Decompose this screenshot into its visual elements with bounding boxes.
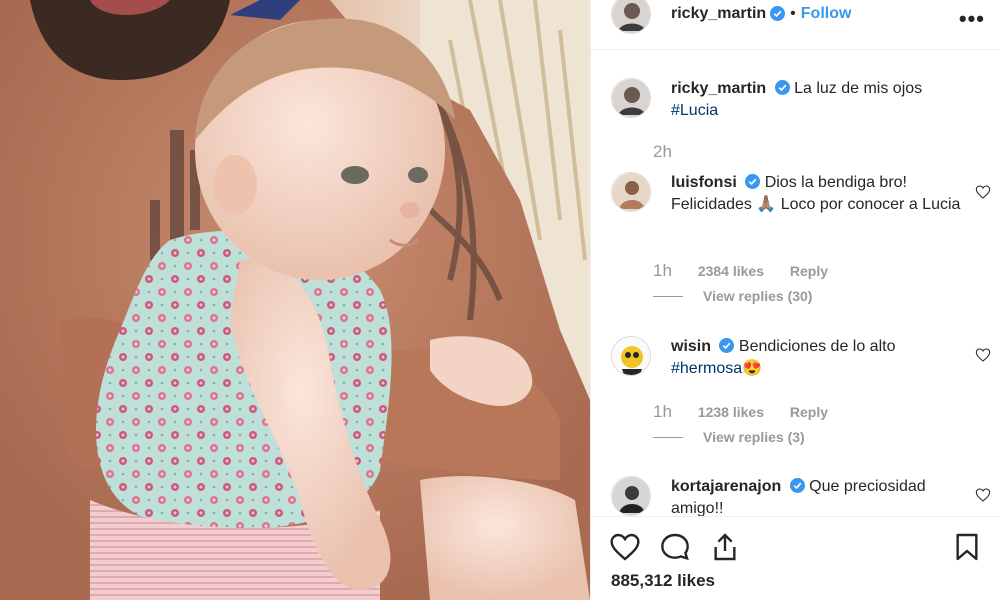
comment-icon[interactable] <box>659 531 691 563</box>
replies-divider <box>653 436 683 438</box>
verified-badge-icon <box>789 478 805 493</box>
post-header: ricky_martin • Follow ••• <box>591 0 1000 50</box>
comment-hashtag[interactable]: #hermosa😍 <box>671 360 762 377</box>
comment-likes[interactable]: 2384 likes <box>698 263 764 279</box>
commenter-avatar[interactable] <box>611 476 651 516</box>
comment-body: kortajarenajon Que preciosidad amigo!! <box>671 476 971 516</box>
caption-time[interactable]: 2h <box>653 142 672 161</box>
comment-time[interactable]: 1h <box>653 402 672 421</box>
post-side-panel: ricky_martin • Follow ••• ricky_martin L… <box>590 0 1000 600</box>
separator-dot: • <box>790 4 796 22</box>
author-username[interactable]: ricky_martin <box>671 5 766 23</box>
caption-text: La luz de mis ojos <box>794 80 923 97</box>
view-replies-label[interactable]: View replies (30) <box>703 288 812 304</box>
replies-divider <box>653 295 683 297</box>
view-replies-button[interactable]: View replies (30) <box>653 288 812 304</box>
comment-time[interactable]: 1h <box>653 261 672 280</box>
comment-username[interactable]: luisfonsi <box>671 174 737 191</box>
follow-button[interactable]: Follow <box>801 5 852 23</box>
comment-item: kortajarenajon Que preciosidad amigo!! <box>611 476 991 516</box>
reply-button[interactable]: Reply <box>790 263 828 279</box>
comment-text: Bendiciones de lo alto <box>738 338 896 355</box>
verified-badge-icon <box>719 338 735 353</box>
view-replies-label[interactable]: View replies (3) <box>703 429 805 445</box>
comment-body: luisfonsi Dios la bendiga bro! Felicidad… <box>671 172 971 216</box>
comments-list[interactable]: ricky_martin La luz de mis ojos #Lucia 2… <box>591 50 1000 516</box>
caption-body: ricky_martin La luz de mis ojos #Lucia <box>671 78 971 122</box>
heart-icon[interactable] <box>609 531 641 563</box>
heart-outline-icon[interactable] <box>975 184 991 200</box>
verified-badge-icon <box>774 80 790 95</box>
comment-meta: 1h 1238 likes Reply <box>653 402 850 422</box>
comment-item: luisfonsi Dios la bendiga bro! Felicidad… <box>611 172 991 216</box>
verified-badge-icon <box>770 6 786 21</box>
commenter-avatar[interactable] <box>611 172 651 212</box>
post-photo[interactable] <box>0 0 590 600</box>
comment-item: wisin Bendiciones de lo alto #hermosa😍 <box>611 336 991 380</box>
heart-outline-icon[interactable] <box>975 487 991 503</box>
comment-likes[interactable]: 1238 likes <box>698 404 764 420</box>
action-bar: 885,312 likes <box>591 516 1000 600</box>
reply-button[interactable]: Reply <box>790 404 828 420</box>
likes-count[interactable]: 885,312 likes <box>611 571 715 591</box>
comment-meta: 1h 2384 likes Reply <box>653 261 850 281</box>
caption-username[interactable]: ricky_martin <box>671 80 766 97</box>
bookmark-icon[interactable] <box>951 531 983 563</box>
share-icon[interactable] <box>709 531 741 563</box>
author-avatar[interactable] <box>611 0 651 34</box>
comment-body: wisin Bendiciones de lo alto #hermosa😍 <box>671 336 971 380</box>
view-replies-button[interactable]: View replies (3) <box>653 429 805 445</box>
comment-username[interactable]: kortajarenajon <box>671 478 781 495</box>
commenter-avatar[interactable] <box>611 336 651 376</box>
comment-username[interactable]: wisin <box>671 338 711 355</box>
caption: ricky_martin La luz de mis ojos #Lucia <box>611 78 991 122</box>
photo-illustration <box>0 0 590 600</box>
more-options-icon[interactable]: ••• <box>959 6 985 32</box>
verified-badge-icon <box>745 174 761 189</box>
instagram-post: ricky_martin • Follow ••• ricky_martin L… <box>0 0 1000 600</box>
caption-avatar[interactable] <box>611 78 651 118</box>
caption-hashtag[interactable]: #Lucia <box>671 102 718 119</box>
heart-outline-icon[interactable] <box>975 347 991 363</box>
caption-meta: 2h <box>653 142 694 162</box>
